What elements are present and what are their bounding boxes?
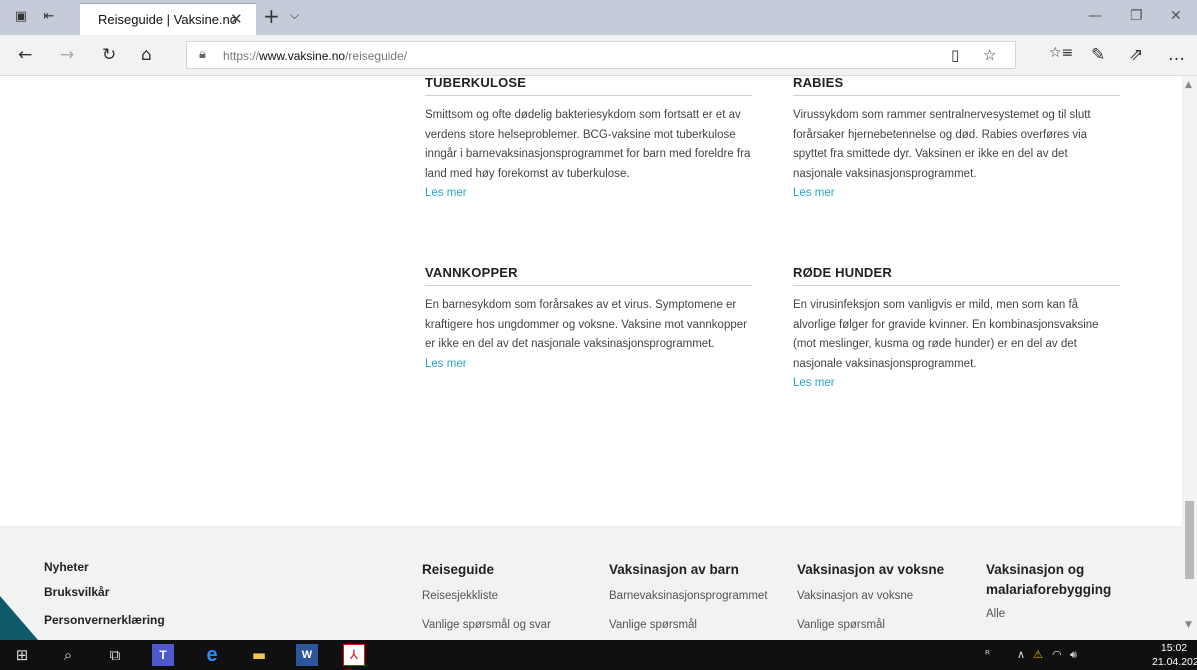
card-text: En virusinfeksjon som vanligvis er mild,… [793, 299, 1099, 370]
scroll-up-icon[interactable]: ▲ [1185, 80, 1192, 90]
address-bar[interactable]: 🔒︎ https://www.vaksine.no/reiseguide/ ▯ … [186, 41, 1016, 69]
favorites-list-icon[interactable]: ☆≡ [1049, 45, 1073, 61]
tray-chevron-icon[interactable]: ∧ [1017, 648, 1025, 661]
minimize-icon[interactable]: — [1088, 8, 1102, 24]
page-scrollbar[interactable]: ▲ ▼ [1182, 76, 1197, 640]
acrobat-icon[interactable]: ⅄ [343, 644, 365, 666]
footer-link[interactable]: Vanlige spørsmål og svar [422, 617, 612, 633]
forward-icon[interactable]: → [60, 45, 74, 65]
wifi-icon[interactable]: ◠ [1052, 648, 1062, 661]
footer-link-bruksvilkar[interactable]: Bruksvilkår [44, 585, 109, 599]
site-footer: Nyheter Bruksvilkår Personvernerklæring … [0, 526, 1182, 640]
task-view-icon[interactable]: ⧉ [104, 644, 126, 666]
browser-titlebar: ▣ ⇤ Reiseguide | Vaksine.no ✕ + ⌵ — ❐ ✕ [0, 0, 1197, 35]
footer-column-reiseguide: Reiseguide Reisesjekkliste Vanlige spørs… [422, 560, 612, 633]
footer-link[interactable]: Vanlige spørsmål [797, 617, 987, 633]
reading-view-icon[interactable]: ▯ [951, 46, 959, 64]
footer-column-title[interactable]: Vaksinasjon av barn [609, 560, 799, 580]
disease-card-rode-hunder: RØDE HUNDER En virusinfeksjon som vanlig… [793, 265, 1120, 393]
footer-link-personvern[interactable]: Personvernerklæring [44, 613, 165, 627]
footer-link-nyheter[interactable]: Nyheter [44, 560, 89, 574]
card-title: VANNKOPPER [425, 265, 752, 286]
card-title: RØDE HUNDER [793, 265, 1120, 286]
footer-column-title[interactable]: Reiseguide [422, 560, 612, 580]
card-text: Smittsom og ofte dødelig bakteriesykdom … [425, 109, 751, 180]
footer-column-barn: Vaksinasjon av barn Barnevaksinasjonspro… [609, 560, 799, 633]
favorite-star-icon[interactable]: ☆ [983, 46, 996, 64]
edge-icon[interactable]: e [201, 644, 223, 666]
footer-column-malaria: Vaksinasjon og malariaforebygging Alle [986, 560, 1136, 622]
browser-navbar: ← → ↻ ⌂ 🔒︎ https://www.vaksine.no/reiseg… [0, 35, 1197, 76]
scrollbar-thumb[interactable] [1185, 501, 1194, 579]
back-icon[interactable]: ← [18, 45, 32, 65]
network-warning-icon[interactable]: ⚠ [1033, 648, 1043, 661]
windows-start-icon[interactable]: ⊞ [11, 644, 33, 666]
refresh-icon[interactable]: ↻ [102, 45, 116, 65]
close-window-icon[interactable]: ✕ [1170, 8, 1182, 24]
card-title: RABIES [793, 76, 1120, 96]
disease-card-rabies: RABIES Virussykdom som rammer sentralner… [793, 76, 1120, 203]
share-icon[interactable]: ⇗ [1129, 45, 1143, 65]
clock-date: 21.04.2020 [1152, 656, 1197, 668]
card-text: En barnesykdom som forårsakes av et viru… [425, 299, 747, 351]
tab-close-icon[interactable]: ✕ [230, 10, 243, 28]
pen-icon[interactable]: ✎ [1091, 45, 1105, 65]
people-icon[interactable]: ᴿ [985, 648, 990, 661]
home-icon[interactable]: ⌂ [141, 45, 152, 65]
page-content: TUBERKULOSE Smittsom og ofte dødelig bak… [0, 76, 1182, 640]
search-icon[interactable]: ⌕ [57, 644, 79, 666]
browser-tab[interactable]: Reiseguide | Vaksine.no ✕ [80, 3, 256, 35]
url-text: https://www.vaksine.no/reiseguide/ [223, 49, 408, 63]
set-tabs-aside-icon[interactable]: ⇤ [38, 7, 60, 27]
footer-column-title[interactable]: Vaksinasjon og malariaforebygging [986, 560, 1136, 600]
teams-icon[interactable]: T [152, 644, 174, 666]
more-icon[interactable]: … [1168, 45, 1185, 65]
footer-link[interactable]: Reisesjekkliste [422, 588, 612, 604]
footer-column-title[interactable]: Vaksinasjon av voksne [797, 560, 987, 580]
card-text: Virussykdom som rammer sentralnervesyste… [793, 109, 1091, 180]
footer-column-voksne: Vaksinasjon av voksne Vaksinasjon av vok… [797, 560, 987, 633]
lock-icon: 🔒︎ [199, 47, 206, 62]
footer-link[interactable]: Barnevaksinasjonsprogrammet [609, 588, 799, 604]
footer-decoration [0, 596, 38, 640]
word-icon[interactable]: W [296, 644, 318, 666]
footer-link[interactable]: Vanlige spørsmål [609, 617, 799, 633]
system-clock[interactable]: 15:02 21.04.2020 [1152, 641, 1197, 669]
tab-title: Reiseguide | Vaksine.no [98, 12, 238, 27]
windows-taskbar: ⊞ ⌕ ⧉ T e ▬ W ⅄ ᴿ ∧ ⚠ ◠ 🔊︎ 15:02 21.04.2… [0, 640, 1197, 670]
volume-icon[interactable]: 🔊︎ [1070, 648, 1077, 662]
disease-card-tuberkulose: TUBERKULOSE Smittsom og ofte dødelig bak… [425, 76, 752, 203]
card-title: TUBERKULOSE [425, 76, 752, 96]
new-tab-button[interactable]: + [263, 4, 280, 28]
footer-link[interactable]: Alle [986, 606, 1136, 622]
footer-link[interactable]: Vaksinasjon av voksne [797, 588, 987, 604]
read-more-link[interactable]: Les mer [793, 184, 1120, 203]
read-more-link[interactable]: Les mer [425, 355, 752, 374]
clock-time: 15:02 [1160, 642, 1188, 654]
tab-actions-icon[interactable]: ▣ [10, 7, 32, 27]
disease-card-vannkopper: VANNKOPPER En barnesykdom som forårsakes… [425, 265, 752, 374]
read-more-link[interactable]: Les mer [425, 184, 752, 203]
scroll-down-icon[interactable]: ▼ [1185, 620, 1192, 630]
read-more-link[interactable]: Les mer [793, 374, 1120, 393]
tab-preview-chevron-icon[interactable]: ⌵ [290, 8, 299, 23]
restore-icon[interactable]: ❐ [1130, 8, 1143, 24]
file-explorer-icon[interactable]: ▬ [248, 644, 270, 666]
